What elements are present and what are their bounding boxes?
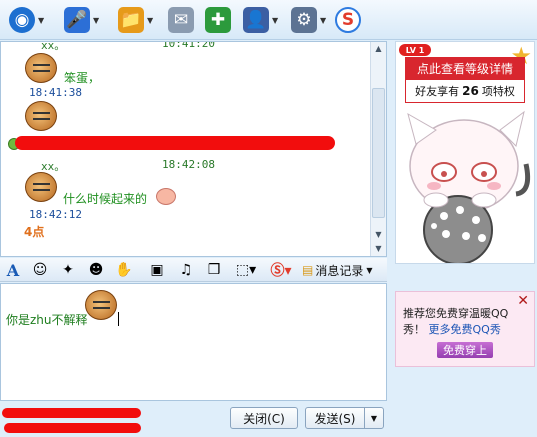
chat-history[interactable]: xx。 10:41:20 笨蛋， 18:41:38 xx。 18:42:08 什… (0, 41, 387, 257)
message-time: 18:42:08 (162, 158, 215, 171)
message-input[interactable]: 你是zhu不解释 (0, 283, 387, 401)
pig-emoticon-icon (156, 188, 176, 205)
level-panel[interactable]: LV 1 ★ 点此查看等级详情 好友享有 26 项特权 (395, 41, 535, 264)
chevron-down-icon[interactable]: ▼ (93, 16, 99, 25)
avatar-emoticon-icon (85, 290, 117, 320)
scroll-thumb[interactable] (372, 88, 385, 218)
gift-icon[interactable]: ❒ (204, 260, 224, 280)
chat-scrollbar[interactable]: ▲ ▼ ▼ (370, 42, 386, 256)
music-icon[interactable]: ♫ (176, 260, 196, 280)
level-details-link[interactable]: 点此查看等级详情 (405, 57, 525, 79)
scroll-to-bottom-icon[interactable]: ▼ (371, 242, 386, 256)
shake-icon[interactable]: ☻ (86, 260, 106, 280)
mail-icon: ✉ (168, 7, 194, 33)
image-icon[interactable]: ▣ (147, 260, 167, 280)
level-badge: LV 1 (399, 44, 431, 56)
text-caret (118, 312, 119, 326)
message-time: 18:42:12 (29, 208, 82, 221)
message-time: 18:41:38 (29, 86, 82, 99)
emoticon-icon[interactable]: ☺ (30, 260, 50, 280)
soso-icon[interactable]: Ⓢ▾ (266, 260, 296, 280)
history-label: 消息记录 (315, 263, 364, 278)
soso-icon: S (335, 7, 361, 33)
voice-button[interactable]: 🎤 ▼ (64, 7, 99, 33)
more-qq-show-link[interactable]: 更多免费QQ秀 (429, 323, 501, 336)
cat-avatar-illustration (407, 110, 531, 263)
format-toolbar: A ☺ ✦ ☻ ✋ ▣ ♫ ❒ ⬚▾ Ⓢ▾ ▤ 消息记录 ▼ (0, 258, 387, 282)
privileges-text: 好友享有 26 项特权 (405, 79, 525, 103)
screenshot-icon[interactable]: ⬚▾ (232, 260, 260, 280)
user-group-icon: 👤 (243, 7, 269, 33)
send-options-chevron-icon[interactable]: ▼ (364, 407, 384, 429)
add-friend-icon: ✚ (205, 7, 231, 33)
webcam-button[interactable]: ◉ ▼ (9, 7, 44, 33)
wear-free-button[interactable]: 免费穿上 (437, 342, 493, 358)
redacted-text (2, 408, 141, 418)
ad-text: 推荐您免费穿温暖QQ 秀！ 更多免费QQ秀 (403, 307, 509, 336)
send-button[interactable]: 发送(S) (305, 407, 365, 429)
bottom-bar: 关闭(C) 发送(S) ▼ (0, 402, 387, 437)
soso-button[interactable]: S (335, 7, 361, 33)
scroll-up-icon[interactable]: ▲ (371, 42, 386, 56)
qq-show-ad: ✕ 推荐您免费穿温暖QQ 秀！ 更多免费QQ秀 免费穿上 (395, 291, 535, 367)
avatar (25, 53, 57, 83)
privileges-count: 26 (462, 84, 479, 98)
message-text: 笨蛋， (64, 71, 101, 85)
sender-name: xx。 (41, 41, 66, 52)
chat-toolbar: ◉ ▼ 🎤 ▼ 📁 ▼ ✉ ✚ 👤 ▼ ⚙ ▼ S (0, 0, 537, 40)
message-time: 10:41:20 (162, 41, 215, 50)
redacted-text (15, 136, 335, 150)
close-button[interactable]: 关闭(C) (230, 407, 298, 429)
avatar (25, 101, 57, 131)
chevron-down-icon: ▼ (366, 265, 373, 275)
send-file-button[interactable]: 📁 ▼ (118, 7, 153, 33)
gesture-icon[interactable]: ✋ (114, 260, 134, 280)
apps-icon: ⚙ (291, 7, 317, 33)
chevron-down-icon[interactable]: ▼ (320, 16, 326, 25)
redacted-text (4, 423, 141, 433)
folder-icon: 📁 (118, 7, 144, 33)
scroll-down-icon[interactable]: ▼ (371, 228, 386, 242)
chevron-down-icon[interactable]: ▼ (272, 16, 278, 25)
chevron-down-icon[interactable]: ▼ (147, 16, 153, 25)
message-text: 4点 (24, 225, 45, 239)
input-text: 你是zhu不解释 (6, 313, 88, 327)
font-icon[interactable]: A (4, 260, 22, 280)
add-friend-button[interactable]: ✚ (205, 7, 231, 33)
history-icon: ▤ (302, 263, 314, 277)
message-text: 什么时候起来的 (63, 192, 148, 206)
mail-button[interactable]: ✉ (168, 7, 194, 33)
avatar (25, 172, 57, 202)
microphone-icon: 🎤 (64, 7, 90, 33)
webcam-icon: ◉ (9, 7, 35, 33)
apps-button[interactable]: ⚙ ▼ (291, 7, 326, 33)
group-button[interactable]: 👤 ▼ (243, 7, 278, 33)
message-history-button[interactable]: ▤ 消息记录 ▼ (302, 261, 373, 279)
magic-emoticon-icon[interactable]: ✦ (58, 260, 78, 280)
chevron-down-icon[interactable]: ▼ (38, 16, 44, 25)
